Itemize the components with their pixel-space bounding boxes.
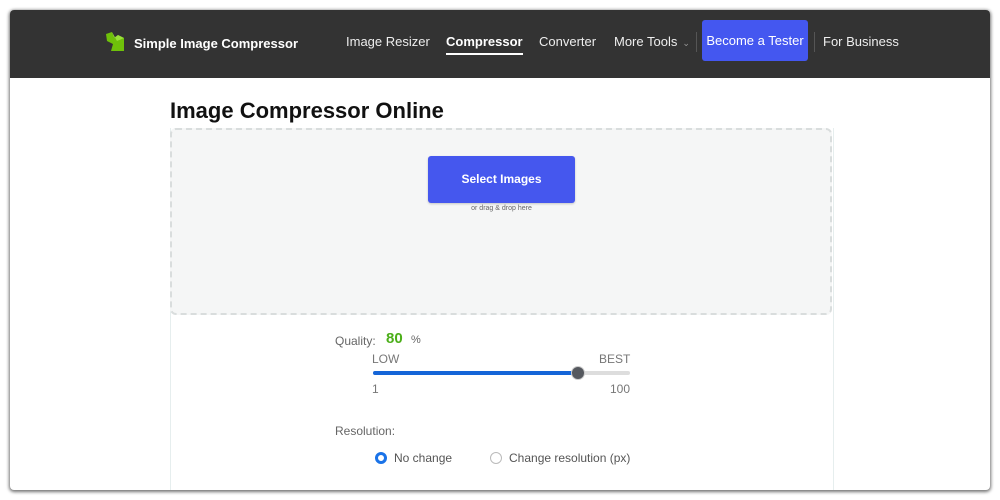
nav-image-resizer[interactable]: Image Resizer xyxy=(346,34,430,49)
nav-more-tools-label: More Tools xyxy=(614,34,678,49)
top-navbar: Simple Image Compressor Image Resizer Co… xyxy=(10,10,990,78)
page-title: Image Compressor Online xyxy=(170,98,444,123)
radio-unchecked-icon xyxy=(490,452,502,464)
slider-thumb[interactable] xyxy=(571,366,585,380)
nav-compressor-label: Compressor xyxy=(446,34,523,49)
radio-no-change[interactable]: No change xyxy=(375,451,452,465)
radio-change-resolution-label: Change resolution (px) xyxy=(509,451,631,465)
nav-more-tools[interactable]: More Tools ⌄ xyxy=(614,34,690,49)
quality-unit: % xyxy=(411,334,421,346)
slider-fill xyxy=(373,371,578,375)
logo-icon xyxy=(106,32,124,51)
radio-change-resolution[interactable]: Change resolution (px) xyxy=(490,451,630,465)
quality-slider[interactable] xyxy=(373,363,630,383)
nav-divider xyxy=(696,32,697,52)
chevron-down-icon: ⌄ xyxy=(682,38,690,48)
quality-label: Quality: xyxy=(335,334,376,348)
select-images-button[interactable]: Select Images xyxy=(428,156,575,203)
quality-value: 80 xyxy=(386,330,403,347)
brand-name[interactable]: Simple Image Compressor xyxy=(134,36,298,51)
nav-divider xyxy=(814,32,815,52)
active-underline xyxy=(446,53,523,55)
radio-no-change-label: No change xyxy=(394,451,453,465)
resolution-label: Resolution: xyxy=(335,424,396,438)
slider-max-value: 100 xyxy=(610,382,631,396)
nav-compressor[interactable]: Compressor xyxy=(446,34,523,55)
become-tester-button[interactable]: Become a Tester xyxy=(702,20,808,61)
radio-checked-icon xyxy=(375,452,387,464)
drag-drop-hint: or drag & drop here xyxy=(471,205,532,212)
nav-converter[interactable]: Converter xyxy=(539,34,596,49)
nav-for-business[interactable]: For Business xyxy=(823,34,899,49)
slider-min-value: 1 xyxy=(372,382,379,396)
browser-window: Simple Image Compressor Image Resizer Co… xyxy=(10,10,990,490)
